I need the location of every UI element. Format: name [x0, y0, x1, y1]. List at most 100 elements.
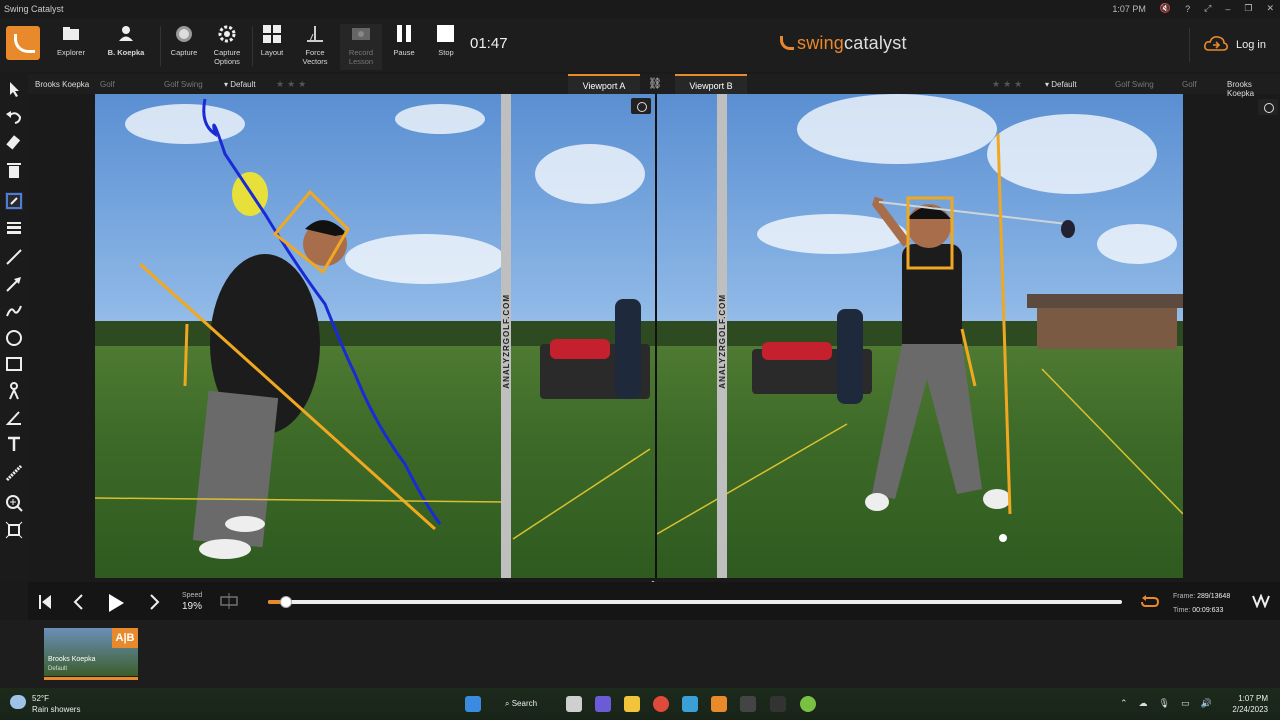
trash-icon[interactable] — [5, 161, 23, 179]
text-tool-icon[interactable] — [5, 435, 23, 453]
explorer-label: Explorer — [57, 48, 85, 57]
drawing-tools-sidebar — [0, 72, 28, 582]
athlete-label: B. Koepka — [107, 48, 145, 57]
app-green-icon[interactable] — [800, 696, 816, 712]
draw-tool-icon[interactable] — [5, 192, 23, 210]
microphone-icon[interactable]: 🎙 — [1159, 698, 1170, 709]
timeline-scrubber[interactable] — [268, 596, 1122, 608]
weather-temp: 52°F — [32, 694, 49, 703]
title-clock: 1:07 PM — [1112, 3, 1146, 14]
eraser-icon[interactable] — [5, 134, 23, 152]
clip-preset: Default — [48, 666, 68, 672]
ruler-tool-icon[interactable] — [5, 464, 23, 482]
speed-control[interactable]: Speed 19% — [182, 590, 202, 612]
calculator-icon[interactable] — [740, 696, 756, 712]
viewport-b-rating[interactable]: ★★★ — [992, 79, 1025, 90]
weather-widget[interactable]: 52°F Rain showers — [10, 693, 80, 715]
viewport-b-video[interactable]: ANALYZRGOLF.COM — [657, 94, 1183, 578]
viewport-a-sport[interactable]: Golf — [100, 80, 115, 89]
tab-viewport-b[interactable]: Viewport B — [675, 74, 747, 94]
capture-options-button[interactable]: Capture Options — [208, 24, 246, 70]
viewport-a-athlete[interactable]: Brooks Koepka — [35, 80, 89, 89]
display-icon[interactable]: ▭ — [1181, 698, 1190, 709]
chat-icon[interactable] — [595, 696, 611, 712]
grid-icon — [261, 24, 283, 44]
link-viewports-icon[interactable]: ⛓ — [648, 77, 662, 90]
search-label: Search — [511, 699, 538, 708]
viewport-b-sport[interactable]: Golf — [1182, 80, 1197, 89]
line-weight-icon[interactable] — [5, 218, 23, 236]
app-logo-button[interactable] — [6, 26, 40, 60]
help-icon[interactable]: ? — [1185, 4, 1190, 14]
undo-icon[interactable] — [5, 108, 23, 126]
drawing-annotations-a[interactable] — [95, 94, 655, 578]
maximize-icon[interactable]: ❐ — [1244, 3, 1252, 14]
snapshot-icon[interactable] — [1258, 99, 1278, 115]
close-icon[interactable]: ✕ — [1266, 3, 1274, 14]
task-view-icon[interactable] — [566, 696, 582, 712]
pause-label: Pause — [393, 48, 415, 57]
speed-label: Speed — [182, 592, 203, 599]
clip-thumbnail[interactable]: A|B Brooks Koepka Default — [44, 628, 138, 680]
cloud-sync-icon[interactable]: ☁ — [1139, 698, 1148, 709]
capture-button[interactable]: Capture — [168, 24, 200, 70]
trim-icon[interactable] — [220, 593, 238, 614]
explorer-button[interactable]: Explorer — [52, 24, 90, 70]
freehand-tool-icon[interactable] — [5, 302, 23, 320]
skip-to-start-icon[interactable] — [37, 593, 53, 616]
file-explorer-icon[interactable] — [624, 696, 640, 712]
pause-button[interactable]: Pause — [390, 24, 418, 70]
fit-frame-icon[interactable] — [5, 521, 23, 539]
login-button[interactable]: Log in — [1198, 26, 1280, 64]
viewport-a-category[interactable]: Golf Swing — [164, 80, 203, 89]
viewport-b-athlete[interactable]: Brooks Koepka — [1227, 80, 1280, 98]
loop-icon[interactable] — [1140, 594, 1160, 613]
clip-progress-bar — [44, 677, 138, 680]
viewport-a-rating[interactable]: ★★★ — [276, 79, 309, 90]
angle-tool-icon[interactable] — [5, 409, 23, 427]
rectangle-tool-icon[interactable] — [5, 355, 23, 373]
windows-start-icon[interactable] — [465, 696, 481, 712]
play-icon[interactable] — [106, 593, 126, 618]
fullscreen-icon[interactable]: ⤢ — [1204, 3, 1211, 14]
arrow-tool-icon[interactable] — [5, 275, 23, 293]
circle-tool-icon[interactable] — [5, 329, 23, 347]
record-lesson-button[interactable]: Record Lesson — [340, 24, 382, 70]
taskbar-search[interactable]: ⌕ Search — [495, 694, 553, 714]
pause-icon — [393, 24, 415, 44]
volume-icon[interactable]: 🔊 — [1201, 698, 1212, 709]
minimize-icon[interactable]: – — [1225, 4, 1230, 14]
mail-icon[interactable] — [682, 696, 698, 712]
next-frame-icon[interactable] — [148, 593, 162, 616]
previous-frame-icon[interactable] — [71, 593, 85, 616]
timeline-knob[interactable] — [279, 596, 292, 608]
viewport-a-preset-dropdown[interactable]: ▾ Default — [224, 80, 256, 89]
viewport-a-video[interactable]: ANALYZRGOLF.COM — [95, 94, 655, 578]
layout-button[interactable]: Layout — [257, 24, 287, 70]
brand-word-b: catalyst — [844, 33, 907, 53]
watermark-text: ANALYZRGOLF.COM — [502, 294, 511, 389]
force-vectors-button[interactable]: Force Vectors — [297, 24, 333, 70]
force-vectors-icon — [304, 24, 326, 44]
stop-button[interactable]: Stop — [432, 24, 460, 70]
viewport-b-preset-dropdown[interactable]: ▾ Default — [1045, 80, 1077, 89]
snapshot-icon[interactable] — [631, 98, 651, 114]
drawing-annotations-b[interactable] — [657, 94, 1183, 578]
swing-catalyst-taskbar-icon[interactable] — [711, 696, 727, 712]
athlete-button[interactable]: B. Koepka — [104, 24, 148, 70]
viewport-b-category[interactable]: Golf Swing — [1115, 80, 1154, 89]
chrome-icon[interactable] — [653, 696, 669, 712]
taskbar-clock[interactable]: 1:07 PM 2/24/2023 — [1232, 693, 1268, 715]
app-taskbar-icon[interactable] — [770, 696, 786, 712]
speed-value: 19% — [182, 601, 203, 612]
zoom-icon[interactable] — [5, 494, 23, 512]
layout-label: Layout — [260, 48, 284, 57]
chevron-up-icon[interactable]: ⌃ — [1120, 698, 1128, 709]
viewport-a-preset: Default — [230, 80, 256, 89]
waveform-icon[interactable] — [1252, 593, 1270, 613]
mute-icon[interactable]: 🔇 — [1160, 3, 1171, 14]
tab-viewport-a[interactable]: Viewport A — [568, 74, 640, 94]
line-tool-icon[interactable] — [5, 248, 23, 266]
select-cursor-icon[interactable] — [5, 80, 23, 98]
body-tool-icon[interactable] — [5, 382, 23, 400]
